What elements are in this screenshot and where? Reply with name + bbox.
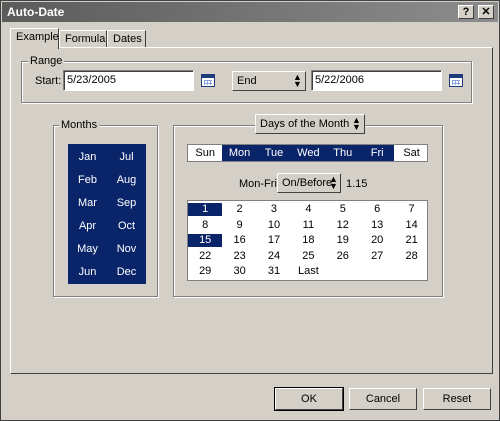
dates-grid[interactable]: 1 2 3 4 5 6 7 8 9 10 11 12 13 14 15 16 17 18 19 20 21 22 23 24 2… <box>187 200 428 281</box>
month-oct[interactable]: Oct <box>107 220 146 232</box>
monfri-select-value: On/Before <box>282 177 333 189</box>
start-calendar-icon[interactable] <box>201 74 215 87</box>
month-sep[interactable]: Sep <box>107 197 146 209</box>
tab-dates[interactable]: Dates <box>107 30 146 48</box>
month-aug[interactable]: Aug <box>107 174 146 186</box>
date-cell[interactable]: 18 <box>291 234 325 247</box>
date-cell[interactable]: 6 <box>360 203 394 216</box>
date-cell[interactable]: 4 <box>291 203 325 216</box>
date-cell[interactable]: 30 <box>222 265 256 278</box>
days-mode-select[interactable]: Days of the Month ▲ ▼ <box>255 114 365 134</box>
range-group-label: Range <box>28 55 65 67</box>
month-apr[interactable]: Apr <box>68 220 107 232</box>
monfri-select[interactable]: On/Before ▲ ▼ <box>277 173 341 193</box>
tab-formula[interactable]: Formula <box>59 30 107 48</box>
help-button[interactable]: ? <box>458 5 474 19</box>
monfri-value: 1.15 <box>346 178 368 190</box>
tab-example[interactable]: Example <box>10 28 59 49</box>
date-cell[interactable]: 20 <box>360 234 394 247</box>
date-cell[interactable]: 19 <box>326 234 360 247</box>
weekday-fri[interactable]: Fri <box>360 145 395 161</box>
date-cell[interactable]: 15 <box>188 234 223 247</box>
end-calendar-icon[interactable] <box>449 74 463 87</box>
start-label: Start: <box>35 75 62 87</box>
month-jul[interactable]: Jul <box>107 151 146 163</box>
title-bar[interactable]: Auto-Date ? ✕ <box>2 2 498 22</box>
month-jan[interactable]: Jan <box>68 151 107 163</box>
range-mode-value: End <box>237 75 257 87</box>
month-may[interactable]: May <box>68 243 107 255</box>
date-cell[interactable]: 9 <box>222 219 256 232</box>
month-mar[interactable]: Mar <box>68 197 107 209</box>
date-cell[interactable]: 24 <box>257 250 291 263</box>
weekday-wed[interactable]: Wed <box>291 145 326 161</box>
auto-date-dialog: Auto-Date ? ✕ Example Formula Dates Rang… <box>0 0 500 421</box>
cancel-button[interactable]: Cancel <box>349 388 417 410</box>
month-feb[interactable]: Feb <box>68 174 107 186</box>
days-mode-value: Days of the Month <box>260 118 350 130</box>
start-date-field[interactable]: 5/23/2005 <box>63 70 194 91</box>
date-cell[interactable]: 31 <box>257 265 291 278</box>
monfri-label: Mon-Fri <box>239 178 277 190</box>
weekday-sun[interactable]: Sun <box>188 145 222 161</box>
date-cell[interactable]: 2 <box>222 203 256 216</box>
month-dec[interactable]: Dec <box>107 266 146 278</box>
months-list[interactable]: Jan Jul Feb Aug Mar Sep Apr Oct May Nov … <box>68 144 146 284</box>
date-cell[interactable]: 12 <box>326 219 360 232</box>
date-cell[interactable]: 26 <box>326 250 360 263</box>
date-cell[interactable]: 23 <box>222 250 256 263</box>
month-nov[interactable]: Nov <box>107 243 146 255</box>
weekday-thu[interactable]: Thu <box>325 145 360 161</box>
ok-button[interactable]: OK <box>274 387 344 411</box>
date-cell[interactable]: 11 <box>291 219 325 232</box>
date-cell[interactable]: 13 <box>360 219 394 232</box>
window-title: Auto-Date <box>7 5 65 19</box>
weekday-sat[interactable]: Sat <box>394 145 428 161</box>
weekday-mon[interactable]: Mon <box>222 145 257 161</box>
date-cell[interactable]: 3 <box>257 203 291 216</box>
updown-arrow-icon: ▲ ▼ <box>293 72 302 89</box>
reset-button[interactable]: Reset <box>423 388 491 410</box>
weekday-row: Sun Mon Tue Wed Thu Fri Sat <box>187 144 428 162</box>
month-jun[interactable]: Jun <box>68 266 107 278</box>
date-cell[interactable]: 5 <box>326 203 360 216</box>
date-cell[interactable]: 8 <box>188 219 222 232</box>
close-button[interactable]: ✕ <box>478 5 494 19</box>
months-group-label: Months <box>59 119 100 131</box>
date-cell[interactable]: 7 <box>394 203 428 216</box>
date-cell[interactable]: 22 <box>188 250 222 263</box>
date-cell[interactable]: 14 <box>394 219 428 232</box>
date-cell[interactable]: 16 <box>222 234 256 247</box>
date-cell[interactable]: 10 <box>257 219 291 232</box>
date-cell[interactable]: 28 <box>394 250 428 263</box>
date-cell[interactable]: 21 <box>394 234 428 247</box>
date-cell[interactable]: Last <box>291 265 325 278</box>
date-cell[interactable]: 1 <box>188 203 223 216</box>
date-cell[interactable]: 29 <box>188 265 222 278</box>
range-mode-select[interactable]: End ▲ ▼ <box>232 71 306 91</box>
weekday-tue[interactable]: Tue <box>256 145 292 161</box>
date-cell[interactable]: 17 <box>257 234 291 247</box>
date-cell[interactable]: 27 <box>360 250 394 263</box>
updown-arrow-icon: ▲ ▼ <box>329 174 338 191</box>
end-date-field[interactable]: 5/22/2006 <box>311 70 442 91</box>
updown-arrow-icon: ▲ ▼ <box>352 115 361 132</box>
date-cell[interactable]: 25 <box>291 250 325 263</box>
